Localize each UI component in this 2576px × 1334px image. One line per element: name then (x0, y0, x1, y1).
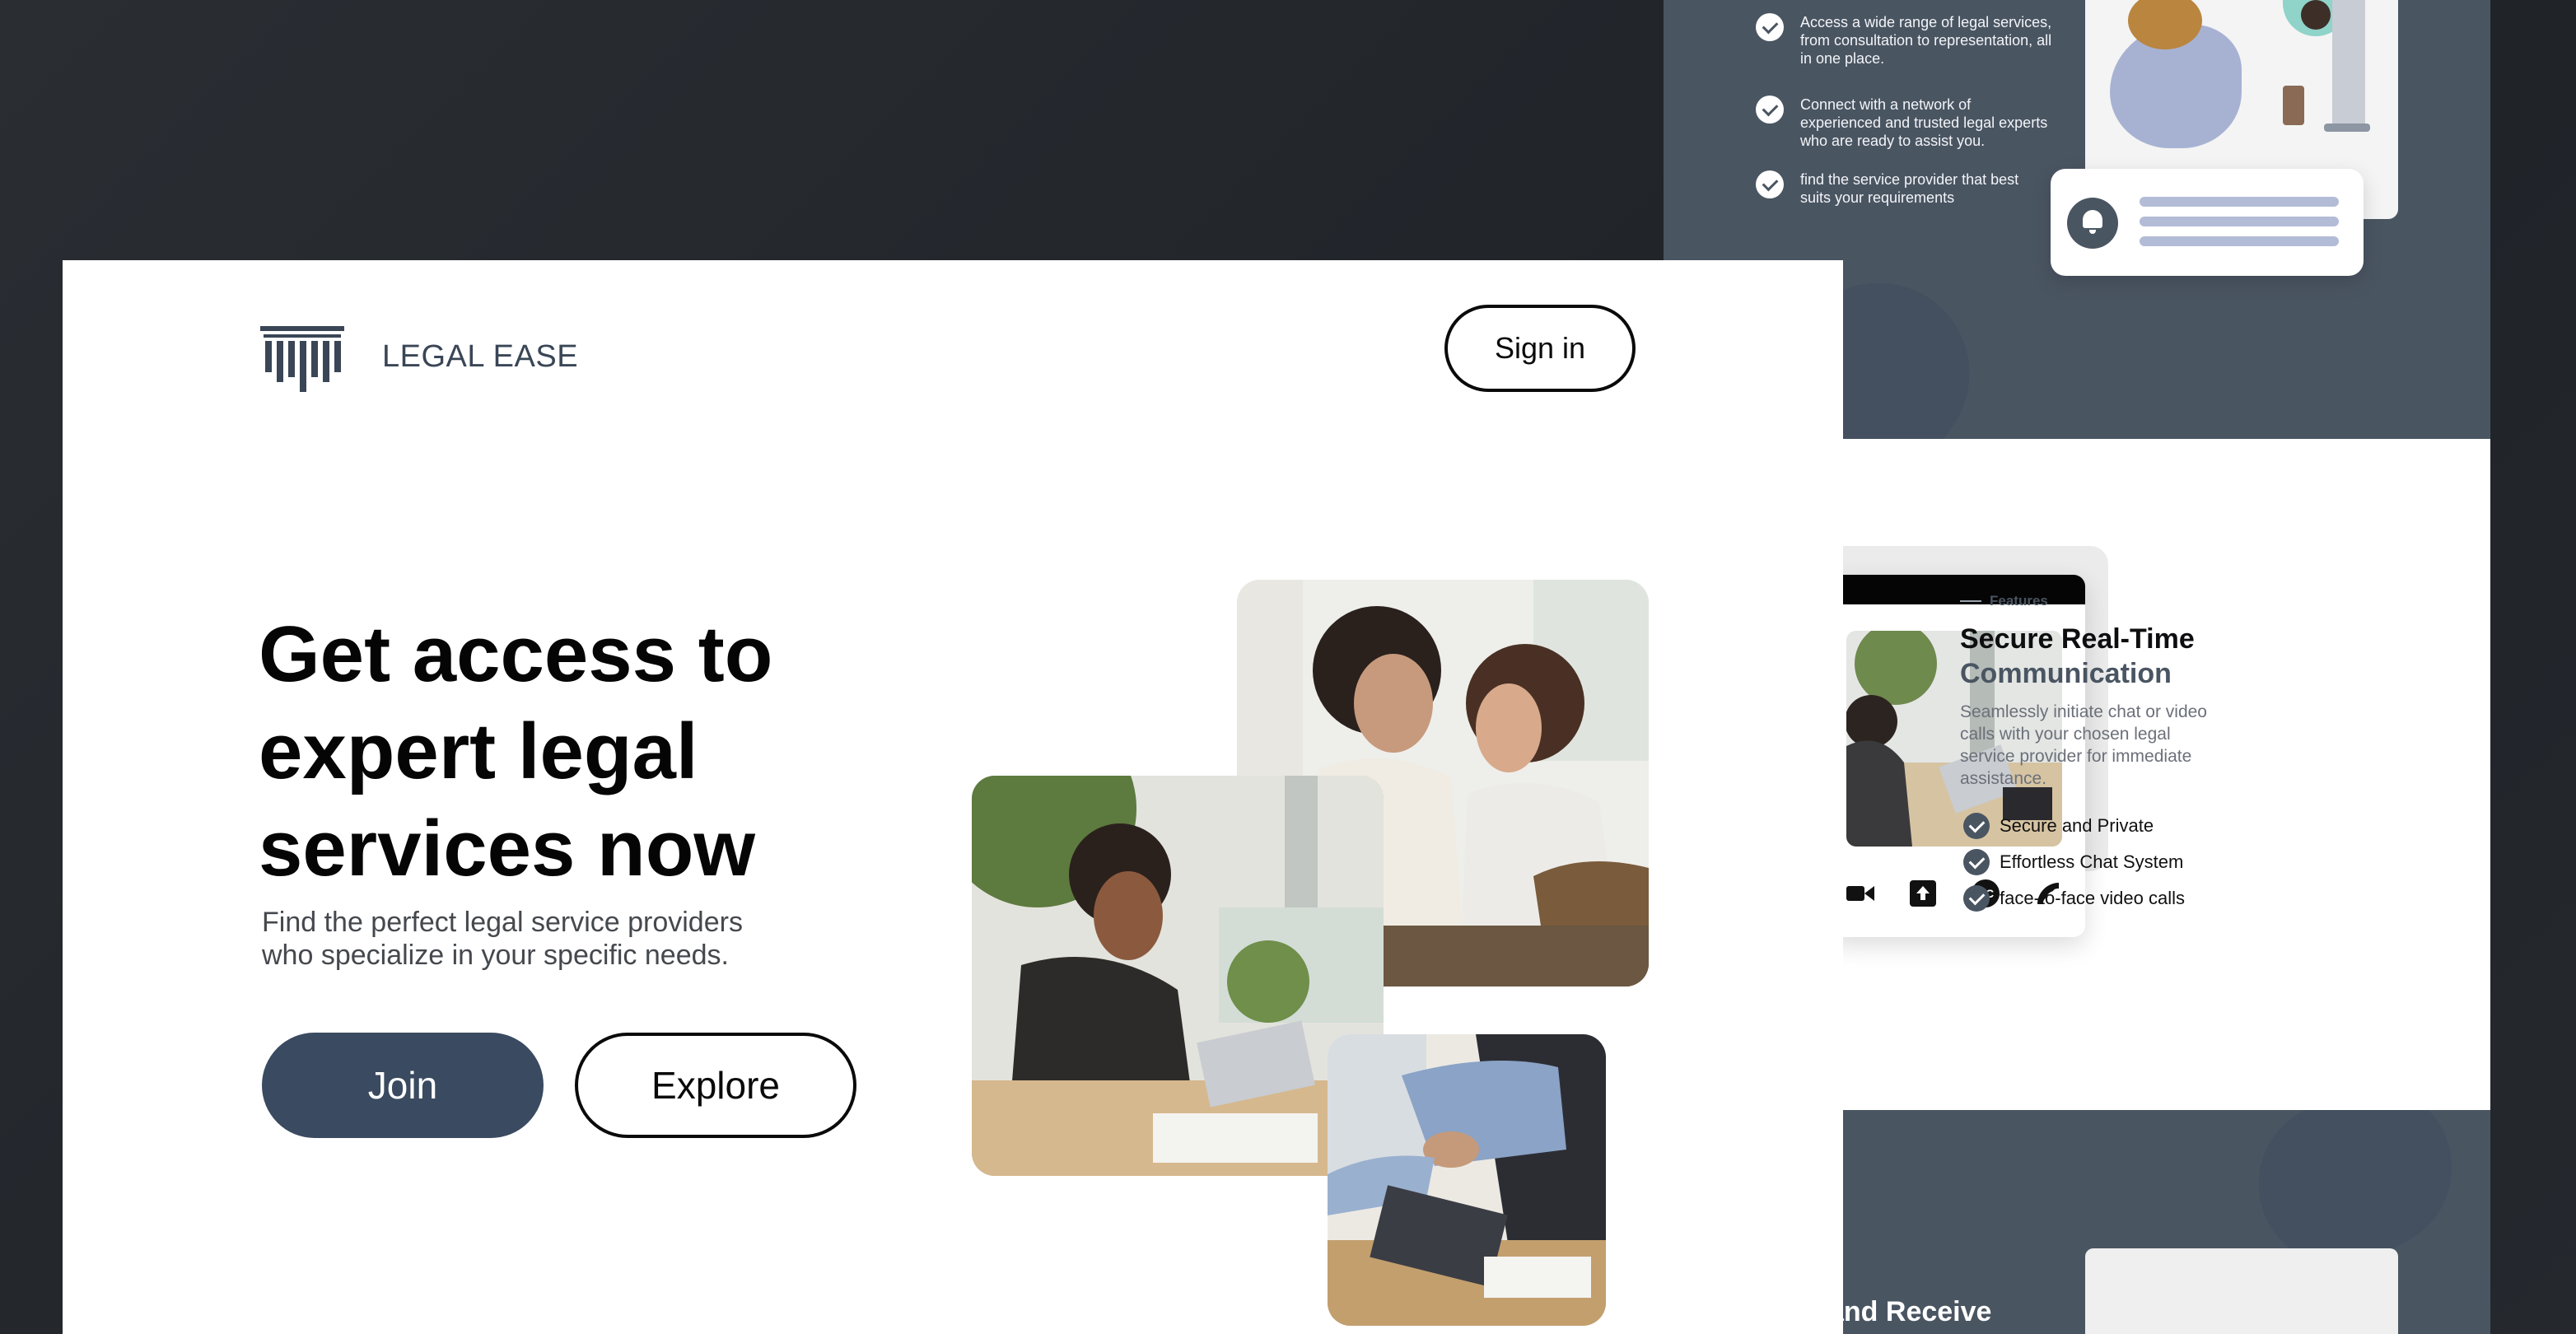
benefit-text: Connect with a network of experienced an… (1800, 96, 2048, 149)
feature-label: Effortless Chat System (2000, 851, 2184, 872)
handshake-over-laptop-photo (1328, 1034, 1606, 1326)
headline-line: services now (259, 805, 755, 893)
placeholder-line (2140, 197, 2339, 207)
check-icon (1963, 849, 1990, 875)
features-description: Seamlessly initiate chat or video calls … (1960, 702, 2207, 788)
benefit-text: Access a wide range of legal services, f… (1800, 14, 2052, 67)
avatar-illustration (2301, 0, 2331, 30)
illustration-card (2085, 1248, 2398, 1334)
feature-item: face-to-face video calls (1963, 885, 2185, 912)
headline-line: expert legal (259, 707, 698, 795)
sign-in-button[interactable]: Sign in (1444, 305, 1636, 392)
check-icon (1963, 885, 1990, 912)
benefit-item: find the service provider that best suit… (1756, 170, 2052, 207)
check-icon (1756, 170, 1784, 198)
pillar-logo-icon (260, 326, 344, 392)
placeholder-line (2140, 217, 2339, 226)
join-button[interactable]: Join (262, 1033, 544, 1138)
subtext-line: Find the perfect legal service providers (262, 907, 743, 938)
video-icon[interactable] (1846, 879, 1874, 907)
upload-icon[interactable] (1909, 879, 1937, 907)
benefit-item: Access a wide range of legal services, f… (1756, 13, 2052, 68)
feature-item: Secure and Private (1963, 813, 2154, 839)
landing-page: LEGAL EASE Sign in Get access to expert … (63, 260, 1843, 1334)
features-tag-label: Features (1990, 593, 2048, 609)
brand-name[interactable]: LEGAL EASE (382, 339, 578, 375)
notification-badge (2067, 198, 2118, 249)
check-icon (1756, 13, 1784, 41)
monitor-stand-illustration (2324, 124, 2370, 132)
feature-label: Secure and Private (2000, 815, 2154, 836)
feature-item: Effortless Chat System (1963, 849, 2183, 875)
tag-dash (1960, 600, 1981, 602)
monitor-illustration (2332, 0, 2365, 132)
hero-subtext: Find the perfect legal service providers… (262, 906, 805, 972)
benefit-text: find the service provider that best suit… (1800, 171, 2019, 206)
woman-waving-at-laptop-photo (972, 776, 1384, 1176)
hero-headline: Get access to expert legal services now (259, 606, 852, 898)
headline-line: Get access to (259, 610, 773, 698)
notification-card (2051, 169, 2364, 276)
placeholder-line (2140, 236, 2339, 246)
features-title-accent: Communication (1960, 658, 2172, 689)
feature-label: face-to-face video calls (2000, 888, 2185, 908)
subtext-line: who specialize in your specific needs. (262, 940, 729, 971)
section-title: and Receive (1828, 1296, 1992, 1327)
benefit-item: Connect with a network of experienced an… (1756, 96, 2052, 150)
explore-button[interactable]: Explore (575, 1033, 856, 1138)
coffee-cup-illustration (2283, 86, 2304, 125)
check-icon (1756, 96, 1784, 124)
bell-icon (2083, 210, 2102, 234)
features-title: Secure Real-Time (1960, 623, 2195, 655)
check-icon (1963, 813, 1990, 839)
features-tag: Features (1960, 593, 2048, 609)
